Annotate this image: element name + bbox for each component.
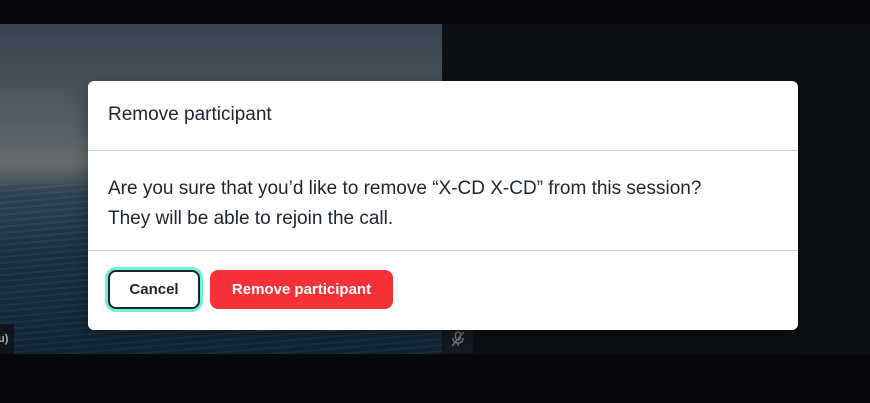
dialog-header: Remove participant xyxy=(88,81,798,151)
dialog-message: Are you sure that you’d like to remove “… xyxy=(108,174,778,234)
remove-participant-dialog: Remove participant Are you sure that you… xyxy=(88,81,798,330)
dialog-title: Remove participant xyxy=(108,104,272,125)
cancel-button[interactable]: Cancel xyxy=(108,270,200,309)
dialog-footer: Cancel Remove participant xyxy=(88,251,798,330)
dialog-message-line2: They will be able to rejoin the call. xyxy=(108,208,394,229)
dialog-body: Are you sure that you’d like to remove “… xyxy=(88,151,798,251)
remove-participant-button[interactable]: Remove participant xyxy=(210,270,393,309)
dialog-message-line1: Are you sure that you’d like to remove “… xyxy=(108,178,702,199)
